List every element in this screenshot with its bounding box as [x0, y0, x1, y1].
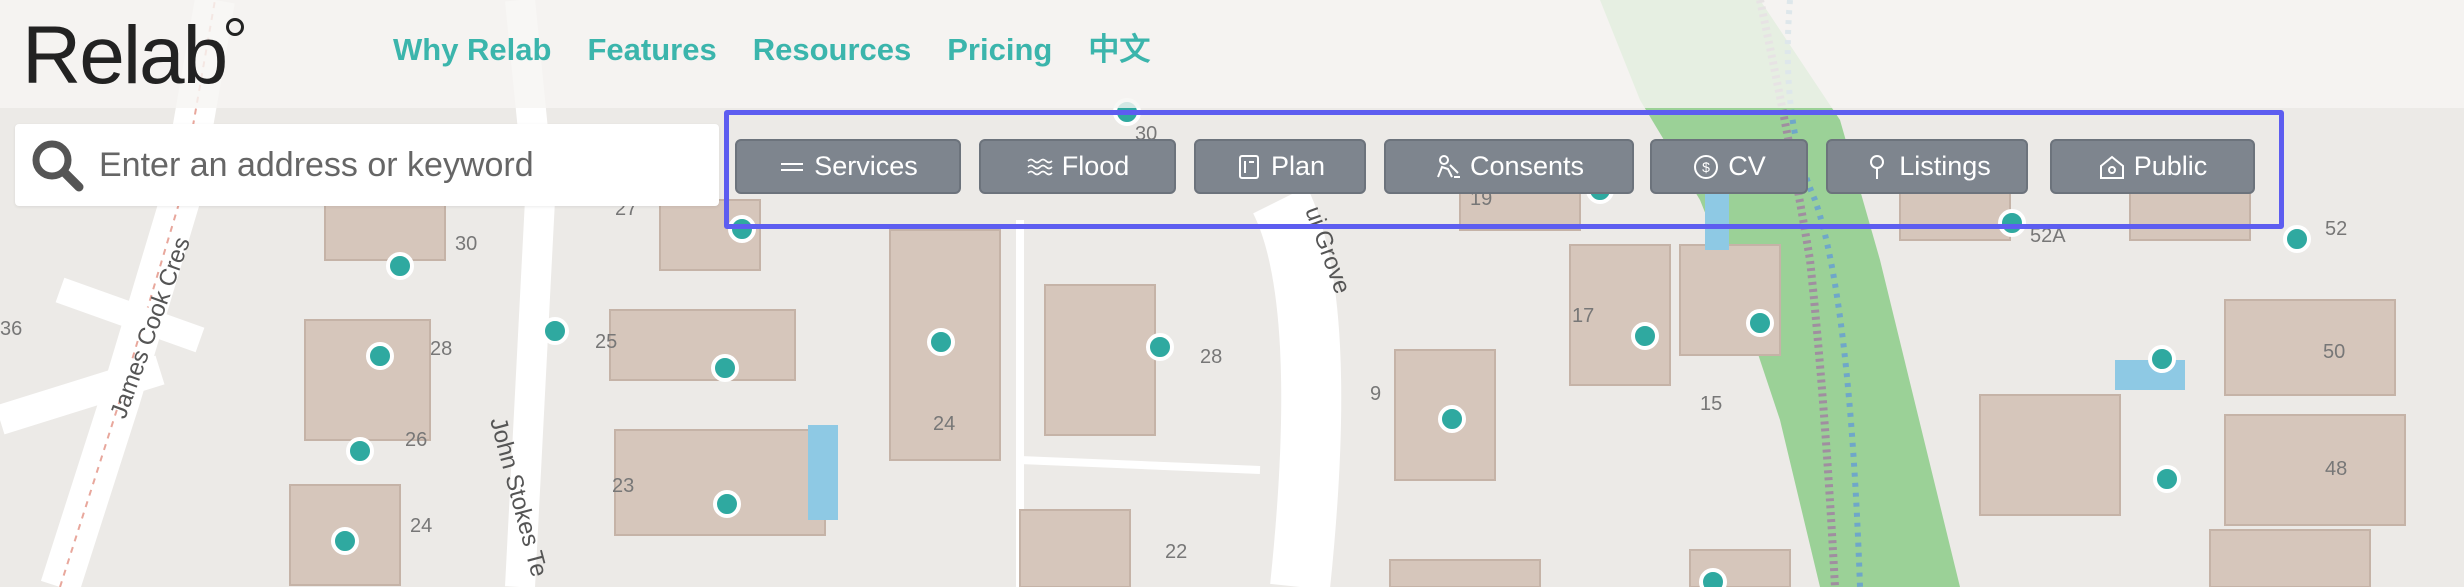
- layer-plan-button[interactable]: Plan: [1194, 139, 1366, 194]
- svg-text:50: 50: [2323, 341, 2345, 363]
- nav-chinese[interactable]: 中文: [1088, 30, 1150, 70]
- layer-plan-label: Plan: [1270, 151, 1326, 181]
- svg-text:9: 9: [1370, 383, 1381, 405]
- top-header: Relab Why Relab Features Resources Prici…: [0, 0, 2464, 108]
- layer-listings-button[interactable]: Listings: [1826, 139, 2028, 194]
- nav-why-relab[interactable]: Why Relab: [393, 30, 551, 70]
- layer-services-label: Services: [814, 151, 918, 181]
- nav-resources[interactable]: Resources: [753, 30, 912, 70]
- svg-text:28: 28: [430, 338, 452, 360]
- svg-text:24: 24: [933, 413, 955, 435]
- property-marker: [346, 437, 374, 465]
- search-box: [15, 124, 719, 206]
- svg-text:23: 23: [612, 475, 634, 497]
- logo-ring-icon: [226, 18, 245, 36]
- pool: [808, 425, 838, 520]
- nav-features[interactable]: Features: [587, 30, 716, 70]
- layer-public-label: Public: [2133, 151, 2208, 181]
- document-icon: [1238, 154, 1259, 179]
- svg-text:$: $: [1702, 159, 1710, 175]
- property-marker: [541, 317, 569, 345]
- layer-consents-label: Consents: [1469, 151, 1585, 181]
- svg-text:28: 28: [1200, 346, 1222, 368]
- nav-pricing[interactable]: Pricing: [947, 30, 1052, 70]
- road-grove: [1252, 186, 1342, 587]
- dollar-icon: $: [1694, 154, 1719, 179]
- brand-name: Relab: [22, 10, 228, 101]
- property-marker: [1438, 405, 1466, 433]
- property-marker: [713, 490, 741, 518]
- svg-text:30: 30: [455, 233, 477, 255]
- layer-consents-button[interactable]: Consents: [1384, 139, 1634, 194]
- svg-text:48: 48: [2325, 458, 2347, 480]
- property-marker: [1146, 333, 1174, 361]
- builder-icon: [1437, 154, 1460, 178]
- property-marker: [366, 342, 394, 370]
- property-marker: [927, 328, 955, 356]
- pin-icon: [1870, 154, 1885, 179]
- layer-flood-button[interactable]: Flood: [979, 139, 1176, 194]
- search-input[interactable]: [99, 135, 719, 195]
- brand-logo[interactable]: Relab: [22, 6, 245, 106]
- search-icon[interactable]: [27, 135, 87, 195]
- property-marker: [331, 527, 359, 555]
- lines-icon: [781, 162, 804, 171]
- layer-flood-label: Flood: [1061, 151, 1130, 181]
- property-marker: [1746, 309, 1774, 337]
- main-nav: Why Relab Features Resources Pricing 中文: [393, 30, 1150, 70]
- layer-services-button[interactable]: Services: [735, 139, 961, 194]
- layer-listings-label: Listings: [1899, 151, 1991, 181]
- svg-text:17: 17: [1572, 305, 1594, 327]
- svg-text:15: 15: [1700, 393, 1722, 415]
- property-marker: [711, 354, 739, 382]
- layer-cv-button[interactable]: $ CV: [1650, 139, 1808, 194]
- svg-text:25: 25: [595, 331, 617, 353]
- house-icon: [2099, 155, 2124, 179]
- svg-text:52: 52: [2325, 218, 2347, 240]
- svg-text:36: 36: [0, 318, 22, 340]
- property-marker: [2148, 345, 2176, 373]
- waves-icon: [1027, 158, 1053, 175]
- property-marker: [386, 252, 414, 280]
- property-marker: [2153, 465, 2181, 493]
- layer-public-button[interactable]: Public: [2050, 139, 2255, 194]
- layer-cv-label: CV: [1728, 151, 1766, 181]
- svg-text:22: 22: [1165, 541, 1187, 563]
- property-marker: [2283, 225, 2311, 253]
- property-marker: [1699, 568, 1727, 587]
- property-marker: [1631, 322, 1659, 350]
- svg-text:26: 26: [405, 429, 427, 451]
- svg-text:24: 24: [410, 515, 432, 537]
